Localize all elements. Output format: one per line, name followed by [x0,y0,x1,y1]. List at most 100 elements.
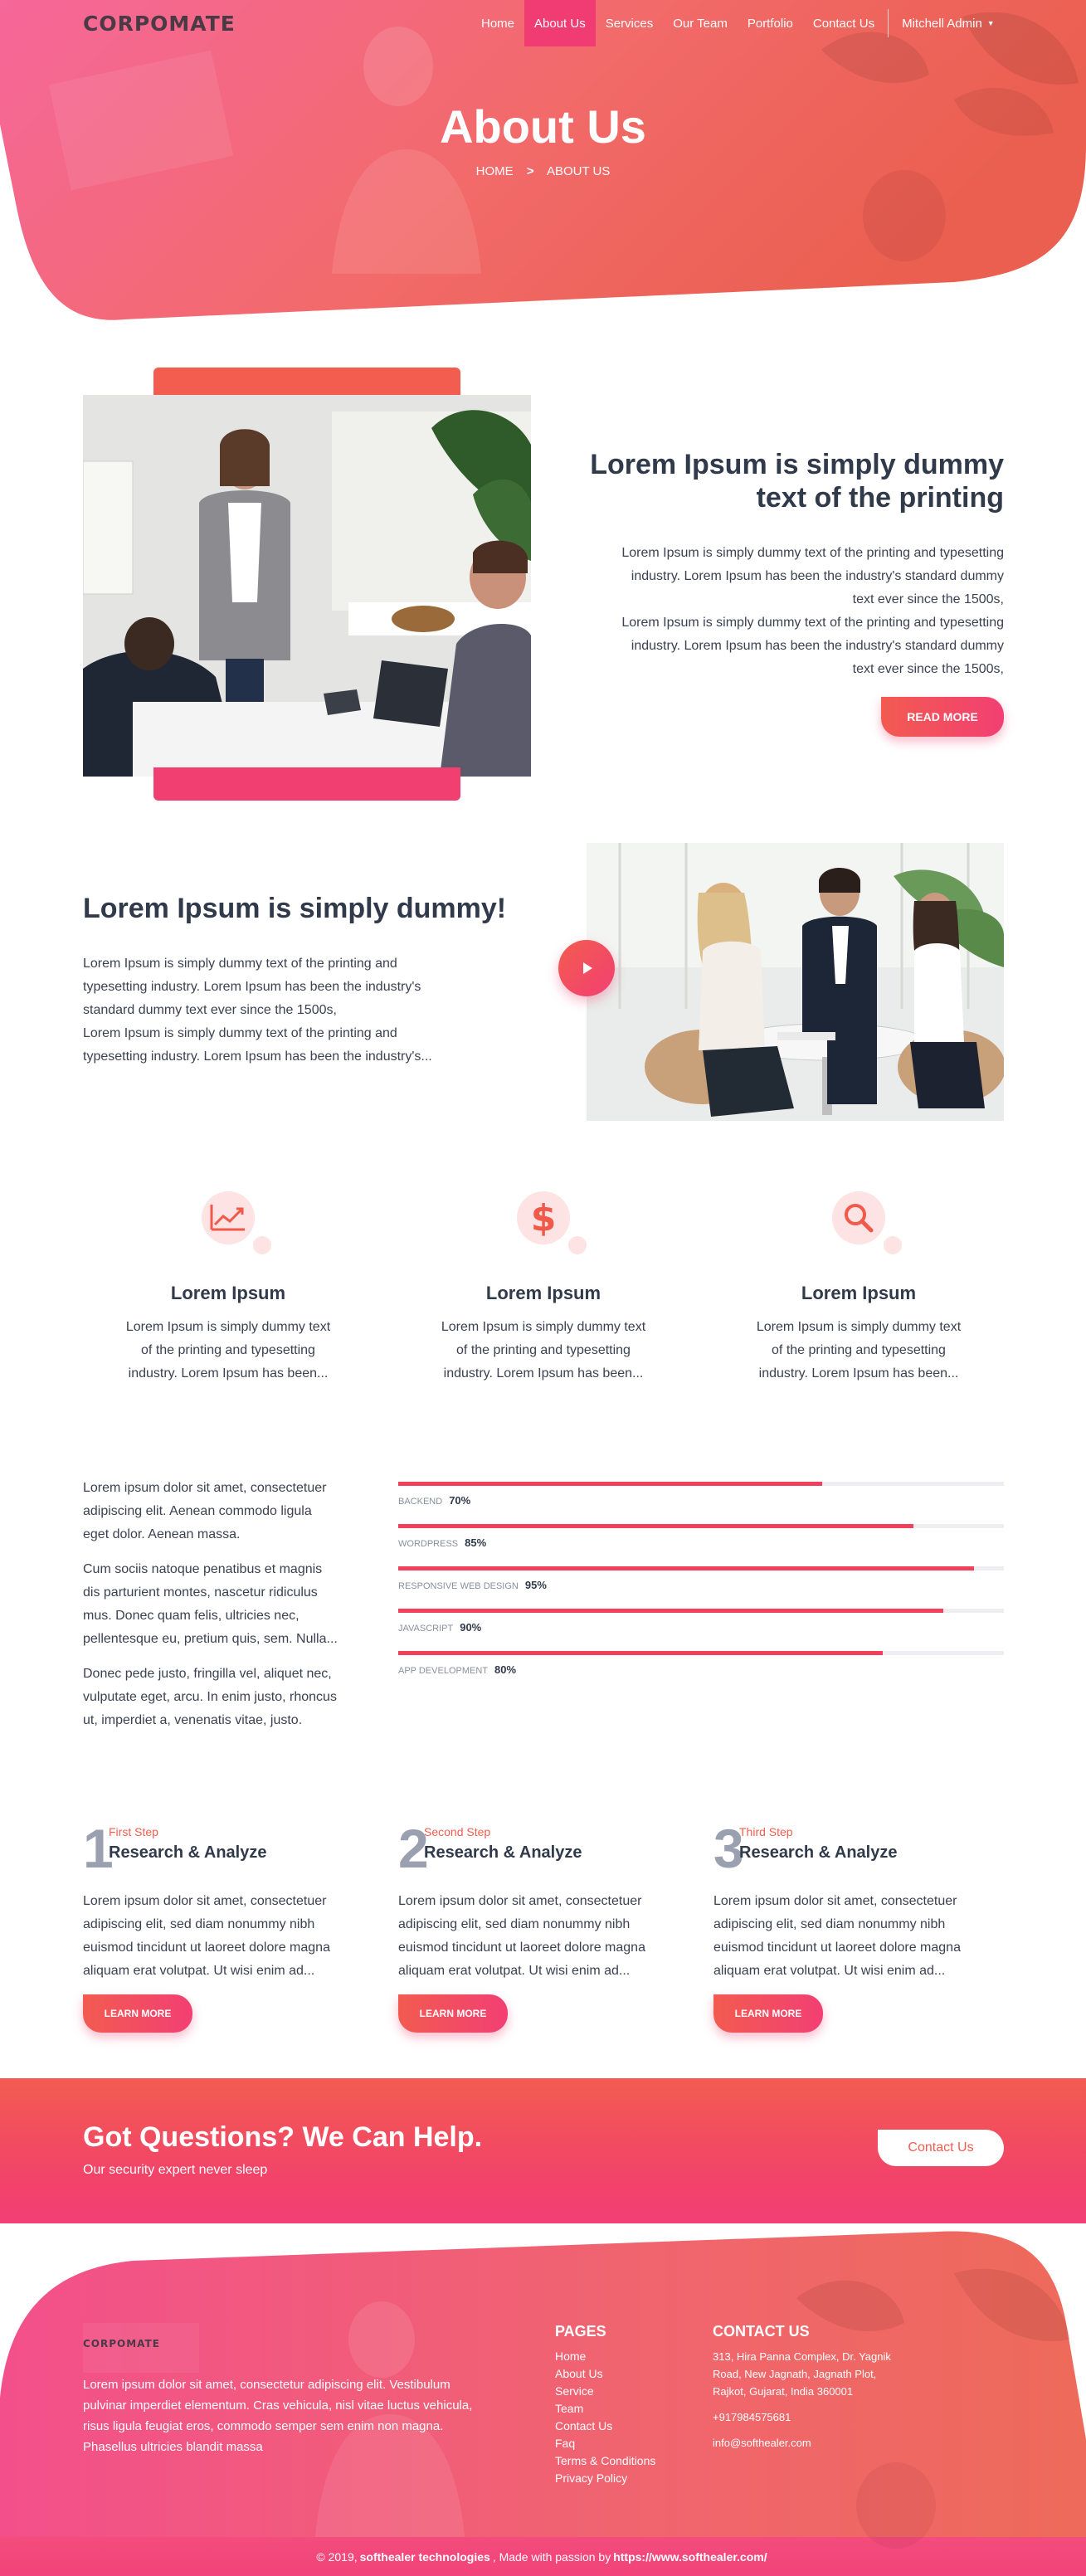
skill-label: JAVASCRIPT [398,1624,454,1634]
step-text-line: aliquam erat volutpat. Ut wisi enim ad..… [398,1964,631,1978]
paragraph-line: standard dummy text ever since the 1500s… [83,1003,337,1017]
step-text-line: aliquam erat volutpat. Ut wisi enim ad..… [713,1964,946,1978]
learn-more-button[interactable]: LEARN MORE [713,1994,823,2033]
nav-portfolio[interactable]: Portfolio [738,0,803,46]
step-text-line: adipiscing elit, sed diam nonummy nibh [713,1917,946,1931]
address-line: 313, Hira Panna Complex, Dr. Yagnik [713,2350,891,2363]
paragraph-line: Lorem Ipsum is simply dummy text of the … [621,546,1004,560]
footer-text-line: pulvinar imperdiet elementum. Cras vehic… [83,2398,473,2413]
nav-services[interactable]: Services [596,0,664,46]
footer-link-home[interactable]: Home [555,2348,655,2365]
feature-text-line: Lorem Ipsum is simply dummy text [441,1320,646,1334]
skill-label: WORDPRESS [398,1539,459,1549]
hero-banner: CORPOMATE Home About Us Services Our Tea… [0,0,1086,328]
skill-percent: 95% [524,1579,547,1591]
footer-link-about-us[interactable]: About Us [555,2365,655,2383]
skill-label: BACKEND [398,1497,443,1507]
step-text-line: Lorem ipsum dolor sit amet, consectetuer [83,1894,327,1908]
feature-text-line: industry. Lorem Ipsum has been... [128,1366,329,1381]
about2-paragraph: Lorem Ipsum is simply dummy text of the … [83,952,514,1069]
step-text-line: Lorem ipsum dolor sit amet, consectetuer [713,1894,957,1908]
address-line: Rajkot, Gujarat, India 360001 [713,2385,854,2398]
copyright-link[interactable]: https://www.softhealer.com/ [613,2550,767,2564]
paragraph-line: ut, imperdiet a, venenatis vitae, justo. [83,1713,303,1727]
feature-text-line: of the printing and typesetting [456,1343,631,1357]
footer-phone[interactable]: +917984575681 [713,2408,962,2426]
feature-text-line: of the printing and typesetting [772,1343,946,1357]
skill-track [398,1524,1004,1528]
footer-text-line: Phasellus ultricies blandit massa [83,2440,263,2454]
dollar-icon: $ [517,1191,587,1254]
footer-link-contact-us[interactable]: Contact Us [555,2418,655,2435]
read-more-button[interactable]: READ MORE [881,697,1004,737]
feature-title: Lorem Ipsum [485,1283,601,1303]
paragraph-line: typesetting industry. Lorem Ipsum has be… [83,980,421,994]
about-heading-line: text of the printing [756,482,1004,514]
nav-divider [888,9,889,37]
breadcrumb-home[interactable]: HOME [476,164,514,178]
skill-fill [398,1524,913,1528]
step-subtitle: Third Step [739,1825,793,1838]
footer-link-faq[interactable]: Faq [555,2435,655,2452]
chevron-right-icon: > [526,164,534,178]
paragraph-line: dis parturient montes, nascetur ridiculu… [83,1585,318,1600]
user-menu[interactable]: Mitchell Admin ▼ [892,0,1005,46]
feature-card: Lorem Ipsum Lorem Ipsum is simply dummy … [104,1191,353,1385]
step-title: Research & Analyze [424,1843,582,1862]
footer-link-service[interactable]: Service [555,2383,655,2400]
about2-heading: Lorem Ipsum is simply dummy! [83,893,507,924]
feature-card: $ Lorem Ipsum Lorem Ipsum is simply dumm… [419,1191,668,1385]
skill-fill [398,1609,943,1613]
nav-home[interactable]: Home [471,0,524,46]
skill-percent: 80% [494,1663,517,1676]
copyright-year: © 2019, [316,2549,358,2564]
step-text-line: aliquam erat volutpat. Ut wisi enim ad..… [83,1964,315,1978]
skill-label: RESPONSIVE WEB DESIGN [398,1581,519,1591]
step-text-line: euismod tincidunt ut laoreet dolore magn… [83,1941,330,1955]
nav-contact-us[interactable]: Contact Us [803,0,884,46]
learn-more-button[interactable]: LEARN MORE [398,1994,508,2033]
play-video-button[interactable] [558,940,615,996]
paragraph-line: vulputate eget, arcu. In enim justo, rho… [83,1690,337,1704]
footer-logo[interactable]: CORPOMATE [83,2338,160,2350]
footer-link-privacy[interactable]: Privacy Policy [555,2470,655,2487]
feature-text-line: industry. Lorem Ipsum has been... [443,1366,644,1381]
step-text-line: adipiscing elit, sed diam nonummy nibh [83,1917,315,1931]
chevron-down-icon: ▼ [986,19,995,27]
footer-link-team[interactable]: Team [555,2400,655,2418]
paragraph-line: Lorem Ipsum is simply dummy text of the … [83,1026,397,1040]
main-nav: Home About Us Services Our Team Portfoli… [471,0,1005,46]
footer-about-text: Lorem ipsum dolor sit amet, consectetur … [83,2374,514,2457]
contact-us-button[interactable]: Contact Us [878,2130,1004,2166]
learn-more-button[interactable]: LEARN MORE [83,1994,192,2033]
breadcrumb: HOME > ABOUT US [0,164,1086,178]
footer-text-line: Lorem ipsum dolor sit amet, consectetur … [83,2378,450,2392]
feature-card: Lorem Ipsum Lorem Ipsum is simply dummy … [734,1191,983,1385]
skills-intro: Lorem ipsum dolor sit amet, consectetuer… [83,1477,382,1732]
step-text-line: euismod tincidunt ut laoreet dolore magn… [713,1941,961,1955]
paragraph-line: Lorem Ipsum is simply dummy text of the … [621,616,1004,630]
cta-title: Got Questions? We Can Help. [83,2121,483,2153]
paragraph-line: industry. Lorem Ipsum has been the indus… [631,569,1004,583]
step-text-line: euismod tincidunt ut laoreet dolore magn… [398,1941,645,1955]
chart-line-icon [202,1191,271,1254]
site-logo[interactable]: CORPOMATE [83,12,236,36]
nav-about-us[interactable]: About Us [524,0,596,46]
step-text: Lorem ipsum dolor sit amet, consectetuer… [398,1890,689,1983]
paragraph-line: Lorem ipsum dolor sit amet, consectetuer [83,1481,327,1495]
skill-percent: 70% [449,1494,471,1507]
feature-text-line: Lorem Ipsum is simply dummy text [125,1320,331,1334]
nav-our-team[interactable]: Our Team [663,0,738,46]
copyright-text: , Made with passion by [492,2549,611,2564]
step-subtitle: Second Step [424,1825,491,1838]
copyright-company: softhealer technologies [359,2549,490,2564]
copyright-bar: © 2019, softhealer technologies , Made w… [0,2537,1086,2576]
paragraph-line: eget dolor. Aenean massa. [83,1527,241,1541]
footer-email[interactable]: info@softhealer.com [713,2434,962,2452]
breadcrumb-current: ABOUT US [546,164,611,178]
skill-track [398,1482,1004,1486]
footer-pages-heading: PAGES [555,2323,606,2340]
skill-percent: 85% [465,1536,487,1549]
paragraph-line: mus. Donec quam felis, ultricies nec, [83,1609,300,1623]
footer-link-terms[interactable]: Terms & Conditions [555,2452,655,2470]
